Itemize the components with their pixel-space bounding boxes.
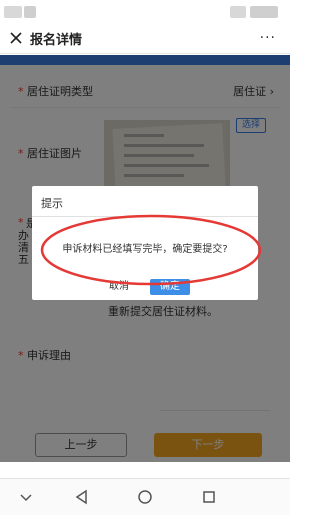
page-title: 报名详情 xyxy=(30,33,83,48)
back-triangle-icon[interactable] xyxy=(72,487,92,507)
status-blur xyxy=(4,6,22,18)
annotation-ellipse xyxy=(40,214,262,286)
dialog-title: 提示 xyxy=(41,197,63,210)
home-circle-icon[interactable] xyxy=(135,487,155,507)
recents-square-icon[interactable] xyxy=(199,487,219,507)
status-blur xyxy=(250,6,278,18)
close-icon[interactable] xyxy=(9,31,23,45)
more-icon[interactable]: ··· xyxy=(260,30,276,46)
system-nav-bar xyxy=(0,478,290,515)
status-bar xyxy=(0,0,290,24)
status-blur xyxy=(24,6,36,18)
status-blur xyxy=(230,6,246,18)
chevron-down-icon[interactable] xyxy=(16,487,36,507)
header: 报名详情 ··· xyxy=(0,24,290,54)
